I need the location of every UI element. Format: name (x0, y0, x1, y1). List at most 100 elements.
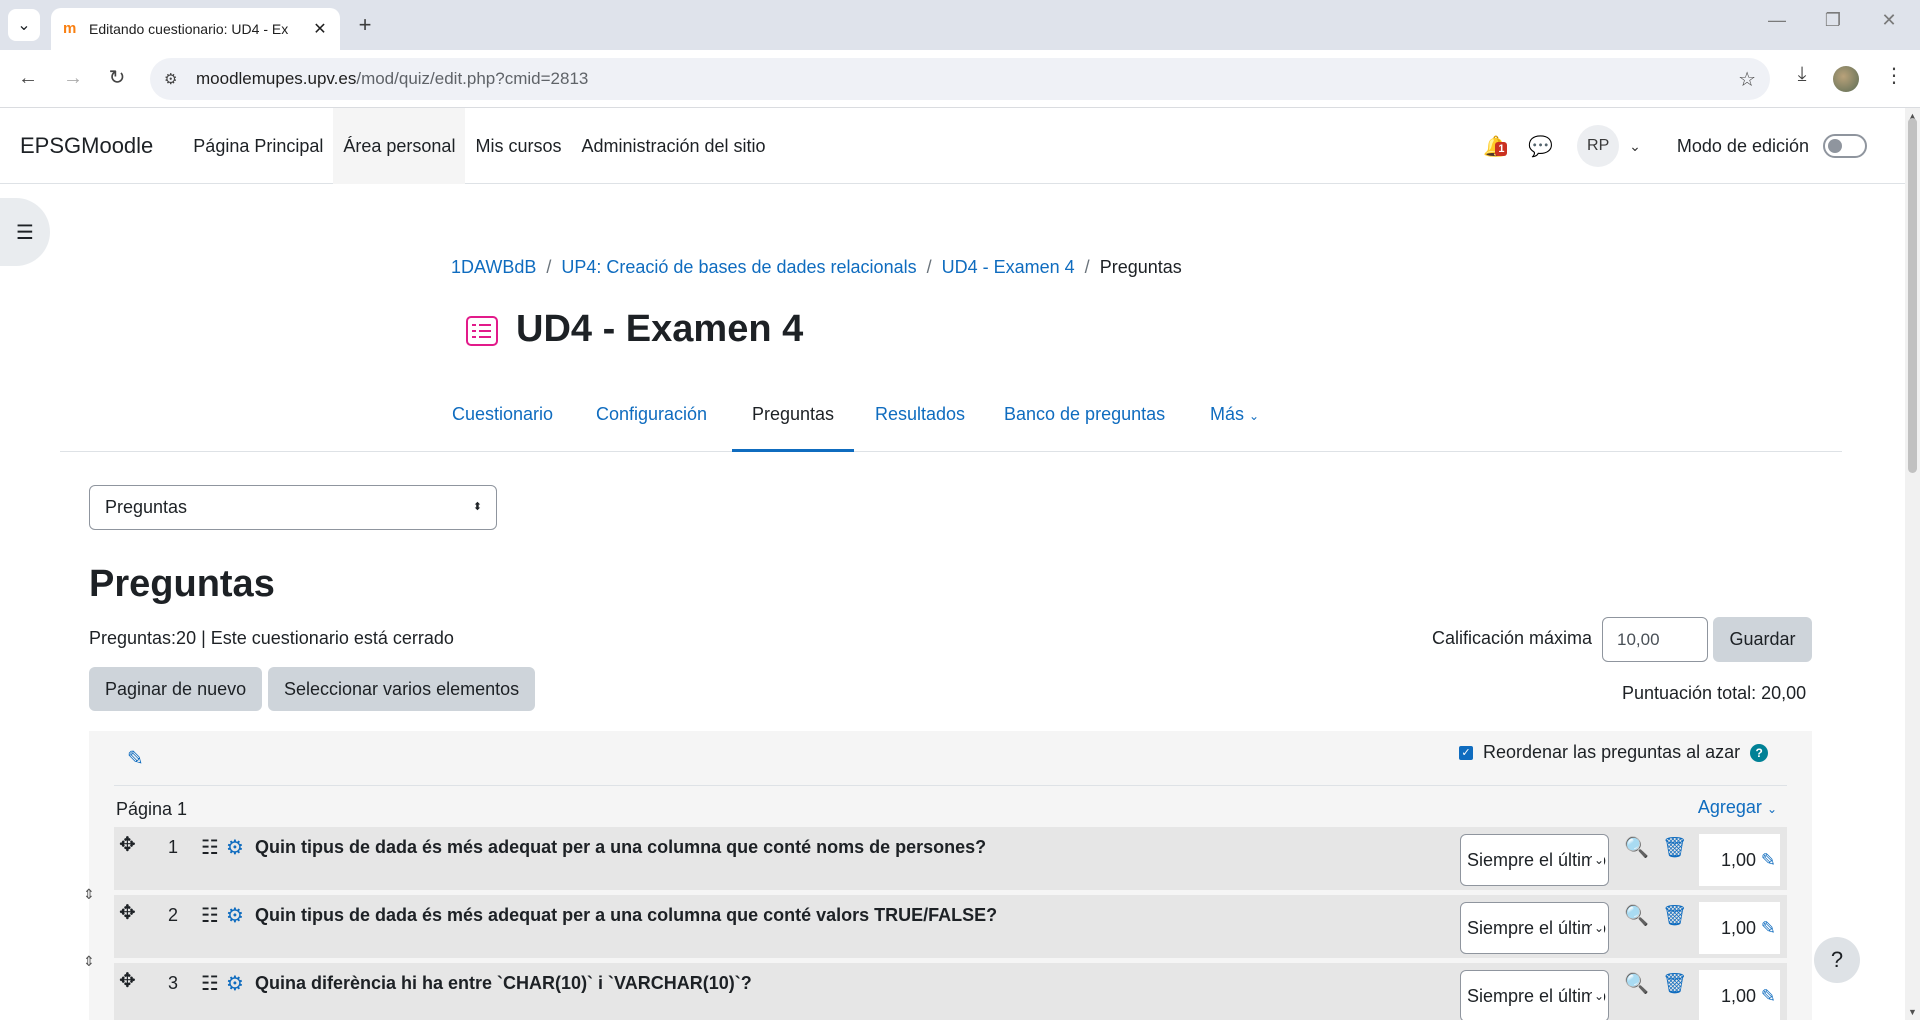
page-header: Página 1 Agregar ⌄ (114, 785, 1787, 829)
require-previous-select[interactable]: Siempre el último ⌄ (1460, 902, 1609, 954)
chevron-down-icon: ⌄ (1591, 971, 1604, 1020)
restore-button[interactable]: ❐ (1818, 10, 1848, 31)
delete-trash-icon[interactable]: 🗑 (1662, 971, 1687, 996)
tab-quiz[interactable]: Cuestionario (432, 396, 573, 452)
nav-item-dashboard[interactable]: Área personal (333, 107, 466, 184)
question-number: 3 (168, 973, 179, 993)
back-icon[interactable]: ← (12, 62, 44, 94)
question-mark[interactable]: 1,00 ✎ (1699, 970, 1780, 1020)
max-grade-label: Calificación máxima (1432, 628, 1593, 648)
save-button[interactable]: Guardar (1713, 617, 1812, 662)
gear-icon[interactable]: ⚙ (226, 903, 244, 928)
add-menu[interactable]: Agregar ⌄ (1698, 797, 1777, 818)
site-info-icon[interactable]: ⚙ (164, 70, 184, 88)
page-label: Página 1 (116, 799, 188, 819)
scroll-down-icon[interactable]: ▼ (1905, 1007, 1920, 1017)
minimize-button[interactable]: — (1762, 10, 1792, 31)
forward-icon[interactable]: → (57, 62, 89, 94)
question-type-list-icon: ☷ (201, 905, 219, 927)
page-break-icon[interactable]: ⇕ (79, 953, 99, 970)
question-text[interactable]: Quin tipus de dada és més adequat per a … (255, 837, 986, 858)
edit-mark-pencil-icon[interactable]: ✎ (1761, 902, 1776, 954)
select-multiple-button[interactable]: Seleccionar varios elementos (268, 667, 536, 711)
preview-zoom-icon[interactable]: 🔍 (1624, 835, 1649, 860)
url-path: /mod/quiz/edit.php?cmid=2813 (356, 69, 589, 88)
edit-mode-toggle[interactable] (1823, 134, 1867, 158)
preview-zoom-icon[interactable]: 🔍 (1624, 903, 1649, 928)
site-brand[interactable]: EPSGMoodle (20, 133, 153, 159)
require-previous-select[interactable]: Siempre el último ⌄ (1460, 834, 1609, 886)
nav-item-site-admin[interactable]: Administración del sitio (571, 108, 775, 184)
list-icon: ☰ (16, 221, 34, 244)
delete-trash-icon[interactable]: 🗑 (1662, 835, 1687, 860)
browser-profile-avatar[interactable] (1833, 66, 1859, 92)
edit-mode-label: Modo de edición (1676, 135, 1809, 156)
breadcrumb-section[interactable]: UP4: Creació de bases de dades relaciona… (561, 257, 916, 278)
notification-badge: 1 (1495, 141, 1508, 156)
nav-item-my-courses[interactable]: Mis cursos (465, 108, 571, 184)
download-icon[interactable]: ⤓ (1786, 63, 1818, 86)
section-heading: Preguntas (89, 563, 275, 605)
move-icon[interactable]: ✥ (119, 968, 136, 993)
edit-section-pencil-icon[interactable]: ✎ (127, 746, 144, 771)
page-scrollbar[interactable]: ▲ ▼ (1905, 108, 1920, 1020)
breadcrumb-quiz[interactable]: UD4 - Examen 4 (942, 257, 1075, 278)
move-icon[interactable]: ✥ (119, 832, 136, 857)
delete-trash-icon[interactable]: 🗑 (1662, 903, 1687, 928)
reload-icon[interactable]: ↻ (101, 62, 133, 94)
close-tab-icon[interactable]: ✕ (312, 19, 328, 39)
browser-toolbar: ← → ↻ ⚙ moodlemupes.upv.es/mod/quiz/edit… (0, 50, 1920, 108)
breadcrumb-course[interactable]: 1DAWBdB (451, 257, 536, 278)
question-number: 2 (168, 905, 179, 925)
user-menu-chevron-icon[interactable]: ⌄ (1629, 138, 1641, 155)
preview-zoom-icon[interactable]: 🔍 (1624, 971, 1649, 996)
tab-settings[interactable]: Configuración (576, 396, 727, 452)
breadcrumb: 1DAWBdB / UP4: Creació de bases de dades… (451, 257, 1182, 278)
select-caret-icon: ⬍ (472, 501, 482, 513)
course-index-drawer-button[interactable]: ☰ (0, 198, 50, 266)
shuffle-control: ✓ Reordenar las preguntas al azar ? (1459, 742, 1769, 763)
edit-mark-pencil-icon[interactable]: ✎ (1761, 834, 1776, 886)
tab-results[interactable]: Resultados (855, 396, 985, 452)
user-avatar[interactable]: RP (1577, 125, 1620, 167)
question-mark[interactable]: 1,00 ✎ (1699, 902, 1780, 954)
questions-info: Preguntas:20 | Este cuestionario está ce… (89, 628, 454, 648)
tab-search-button[interactable]: ⌄ (8, 9, 40, 41)
address-bar[interactable]: ⚙ moodlemupes.upv.es/mod/quiz/edit.php?c… (150, 58, 1770, 100)
scrollbar-thumb[interactable] (1908, 118, 1917, 473)
close-window-button[interactable]: ✕ (1874, 10, 1904, 31)
page-break-icon[interactable]: ⇕ (79, 886, 99, 903)
gear-icon[interactable]: ⚙ (226, 835, 244, 860)
moodle-navbar: EPSGMoodle Página Principal Área persona… (0, 107, 1905, 184)
shuffle-checkbox[interactable]: ✓ (1459, 745, 1473, 760)
edit-mark-pencil-icon[interactable]: ✎ (1761, 970, 1776, 1020)
new-tab-button[interactable]: + (352, 12, 378, 38)
question-row: ✥ 2 ☷ ⚙ Quin tipus de dada és més adequa… (114, 895, 1787, 958)
nav-item-home[interactable]: Página Principal (183, 108, 333, 184)
messages-icon[interactable]: 💬 (1528, 134, 1553, 159)
notifications-bell-icon[interactable]: 🔔1 (1483, 134, 1508, 159)
require-previous-select[interactable]: Siempre el último ⌄ (1460, 970, 1609, 1020)
chevron-down-icon: ⌄ (1249, 409, 1260, 423)
question-mark[interactable]: 1,00 ✎ (1699, 834, 1780, 886)
move-icon[interactable]: ✥ (119, 900, 136, 925)
help-icon[interactable]: ? (1750, 743, 1769, 762)
url-host: moodlemupes.upv.es (196, 69, 357, 88)
bookmark-star-icon[interactable]: ☆ (1738, 67, 1756, 92)
question-text[interactable]: Quina diferència hi ha entre `CHAR(10)` … (255, 973, 752, 994)
tab-questions[interactable]: Preguntas (732, 396, 855, 452)
repaginate-button[interactable]: Paginar de nuevo (89, 667, 263, 711)
tab-title: Editando cuestionario: UD4 - Ex (89, 21, 289, 37)
tab-more[interactable]: Más ⌄ (1190, 396, 1279, 452)
gear-icon[interactable]: ⚙ (226, 971, 244, 996)
browser-tab[interactable]: m Editando cuestionario: UD4 - Ex ✕ (51, 8, 340, 50)
max-grade-input[interactable]: 10,00 (1602, 617, 1708, 662)
browser-menu-icon[interactable]: ⋮ (1878, 63, 1910, 88)
help-button[interactable]: ? (1814, 937, 1860, 983)
breadcrumb-separator: / (546, 257, 552, 277)
page-selector[interactable]: Preguntas ⬍ (89, 485, 497, 530)
tab-question-bank[interactable]: Banco de preguntas (984, 396, 1185, 452)
chevron-down-icon: ⌄ (17, 17, 31, 34)
question-text[interactable]: Quin tipus de dada és més adequat per a … (255, 905, 997, 926)
browser-tab-bar: ⌄ m Editando cuestionario: UD4 - Ex ✕ + … (0, 0, 1920, 50)
